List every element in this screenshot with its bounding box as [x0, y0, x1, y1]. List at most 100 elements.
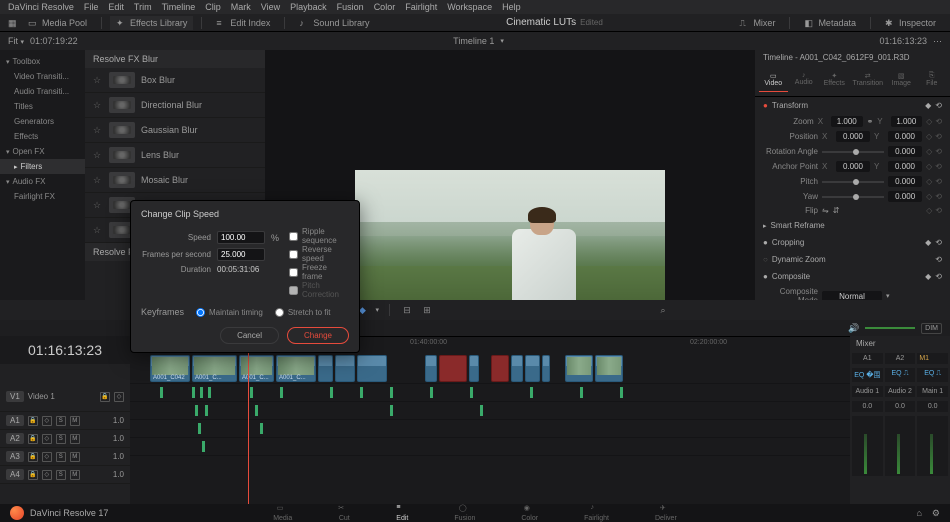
- effects-library-button[interactable]: ✦Effects Library: [110, 16, 193, 30]
- clip[interactable]: [357, 355, 387, 382]
- star-icon[interactable]: ☆: [93, 100, 103, 111]
- audio-track-3-header[interactable]: A3🔒◇SM1.0: [0, 448, 130, 466]
- page-fairlight[interactable]: ♪Fairlight: [576, 504, 617, 522]
- menu-view[interactable]: View: [261, 2, 280, 12]
- speaker-icon[interactable]: 🔊: [848, 323, 859, 334]
- yaw-slider[interactable]: [822, 196, 884, 198]
- mixer-fader-main[interactable]: [917, 416, 948, 476]
- inspector-tab-file[interactable]: ⎘File: [917, 68, 946, 92]
- pitch-input[interactable]: 0.000: [888, 176, 922, 187]
- inspector-tab-audio[interactable]: ♪Audio: [790, 68, 819, 92]
- page-color[interactable]: ◉Color: [513, 504, 546, 522]
- menu-mark[interactable]: Mark: [231, 2, 251, 12]
- cancel-button[interactable]: Cancel: [220, 327, 279, 344]
- v1-badge[interactable]: V1: [6, 391, 24, 402]
- ripple-checkbox[interactable]: Ripple sequence: [289, 227, 349, 245]
- clip[interactable]: [511, 355, 523, 382]
- clip[interactable]: [491, 355, 509, 382]
- menu-clip[interactable]: Clip: [205, 2, 221, 12]
- video-track-header[interactable]: V1 Video 1 🔒 ◇: [0, 382, 130, 412]
- mixer-fader-a1[interactable]: [852, 416, 883, 476]
- flip-v-icon[interactable]: ⇵: [833, 206, 840, 215]
- fx-item-lens-blur[interactable]: ☆Lens Blur: [85, 143, 265, 168]
- yaw-input[interactable]: 0.000: [888, 191, 922, 202]
- inspector-cropping[interactable]: ●Cropping◆⟲: [755, 234, 950, 251]
- page-fusion[interactable]: ◯Fusion: [446, 504, 483, 522]
- clip[interactable]: [425, 355, 437, 382]
- metadata-button[interactable]: ◧Metadata: [798, 16, 862, 30]
- tree-audio-trans[interactable]: Audio Transiti...: [0, 84, 85, 99]
- tree-openfx[interactable]: ▾Open FX: [0, 144, 85, 159]
- audio-track-3-lane[interactable]: [130, 420, 850, 438]
- dim-button[interactable]: DIM: [921, 323, 942, 334]
- disable-icon[interactable]: ◇: [114, 392, 124, 402]
- menu-workspace[interactable]: Workspace: [447, 2, 492, 12]
- rotation-input[interactable]: 0.000: [888, 146, 922, 157]
- mixer-ch-a2[interactable]: A2: [885, 353, 916, 364]
- reset-icon[interactable]: ⟲: [935, 101, 942, 110]
- inspector-composite[interactable]: ●Composite◆⟲: [755, 268, 950, 285]
- audio-track-2-header[interactable]: A2🔒◇SM1.0: [0, 430, 130, 448]
- tree-effects[interactable]: Effects: [0, 129, 85, 144]
- menu-color[interactable]: Color: [374, 2, 396, 12]
- audio-track-2-lane[interactable]: [130, 402, 850, 420]
- star-icon[interactable]: ☆: [93, 225, 103, 236]
- page-edit[interactable]: ≡Edit: [388, 504, 416, 522]
- anchor-x-input[interactable]: 0.000: [836, 161, 870, 172]
- fx-item-mosaic-blur[interactable]: ☆Mosaic Blur: [85, 168, 265, 193]
- speed-input[interactable]: [217, 231, 265, 244]
- tree-generators[interactable]: Generators: [0, 114, 85, 129]
- timeline-timecode[interactable]: 01:16:13:23: [0, 336, 130, 364]
- inspector-transform-header[interactable]: ●Transform◆⟲: [755, 97, 950, 114]
- zoom-x-input[interactable]: 1.000: [831, 116, 863, 127]
- fps-input[interactable]: [217, 248, 265, 261]
- clip[interactable]: [335, 355, 355, 382]
- clip[interactable]: A001_C042: [150, 355, 190, 382]
- mixer-fader-a2[interactable]: [885, 416, 916, 476]
- lock-icon[interactable]: 🔒: [100, 392, 110, 402]
- clip[interactable]: A001_C...: [239, 355, 274, 382]
- inspector-dynamic-zoom[interactable]: ○Dynamic Zoom⟲: [755, 251, 950, 268]
- tree-fairlight[interactable]: Fairlight FX: [0, 189, 85, 204]
- mixer-button[interactable]: ⎍Mixer: [733, 16, 781, 30]
- inspector-tab-image[interactable]: ▧Image: [887, 68, 916, 92]
- playhead[interactable]: [248, 336, 249, 504]
- flip-h-icon[interactable]: ⇋: [822, 206, 829, 215]
- star-icon[interactable]: ☆: [93, 125, 103, 136]
- fit-dropdown[interactable]: Fit ▾: [8, 36, 24, 46]
- sound-library-button[interactable]: ♪Sound Library: [293, 16, 375, 30]
- inspector-tab-effects[interactable]: ✦Effects: [820, 68, 849, 92]
- zoom-y-input[interactable]: 1.000: [891, 116, 923, 127]
- menu-edit[interactable]: Edit: [108, 2, 124, 12]
- menu-help[interactable]: Help: [502, 2, 521, 12]
- mixer-ch-a1[interactable]: A1: [852, 353, 883, 364]
- audio-track-4-lane[interactable]: [130, 438, 850, 456]
- zoom-in-icon[interactable]: ⊞: [420, 303, 434, 317]
- zoom-out-icon[interactable]: ⊟: [400, 303, 414, 317]
- pitch-slider[interactable]: [822, 181, 884, 183]
- clip[interactable]: [525, 355, 540, 382]
- clip[interactable]: [469, 355, 479, 382]
- menu-fairlight[interactable]: Fairlight: [405, 2, 437, 12]
- freeze-checkbox[interactable]: Freeze frame: [289, 263, 349, 281]
- keyframe-icon[interactable]: ◆: [925, 101, 931, 110]
- tree-titles[interactable]: Titles: [0, 99, 85, 114]
- clip[interactable]: A001_C...: [192, 355, 237, 382]
- audio-track-1-lane[interactable]: [130, 384, 850, 402]
- clip[interactable]: [542, 355, 550, 382]
- clip[interactable]: [318, 355, 333, 382]
- layout-icon[interactable]: ▦: [8, 18, 18, 28]
- audio-track-4-header[interactable]: A4🔒◇SM1.0: [0, 466, 130, 484]
- keyframe-icon[interactable]: ◇: [926, 117, 932, 126]
- tree-toolbox[interactable]: ▾Toolbox: [0, 54, 85, 69]
- page-deliver[interactable]: ✈Deliver: [647, 504, 685, 522]
- reverse-checkbox[interactable]: Reverse speed: [289, 245, 349, 263]
- media-pool-button[interactable]: ▭Media Pool: [22, 16, 93, 30]
- home-icon[interactable]: ⌂: [916, 508, 921, 519]
- menu-file[interactable]: File: [84, 2, 99, 12]
- inspector-smart-reframe[interactable]: ▸Smart Reframe: [755, 217, 950, 234]
- change-button[interactable]: Change: [287, 327, 349, 344]
- page-media[interactable]: ▭Media: [265, 504, 300, 522]
- star-icon[interactable]: ☆: [93, 150, 103, 161]
- edit-index-button[interactable]: ≡Edit Index: [210, 16, 276, 30]
